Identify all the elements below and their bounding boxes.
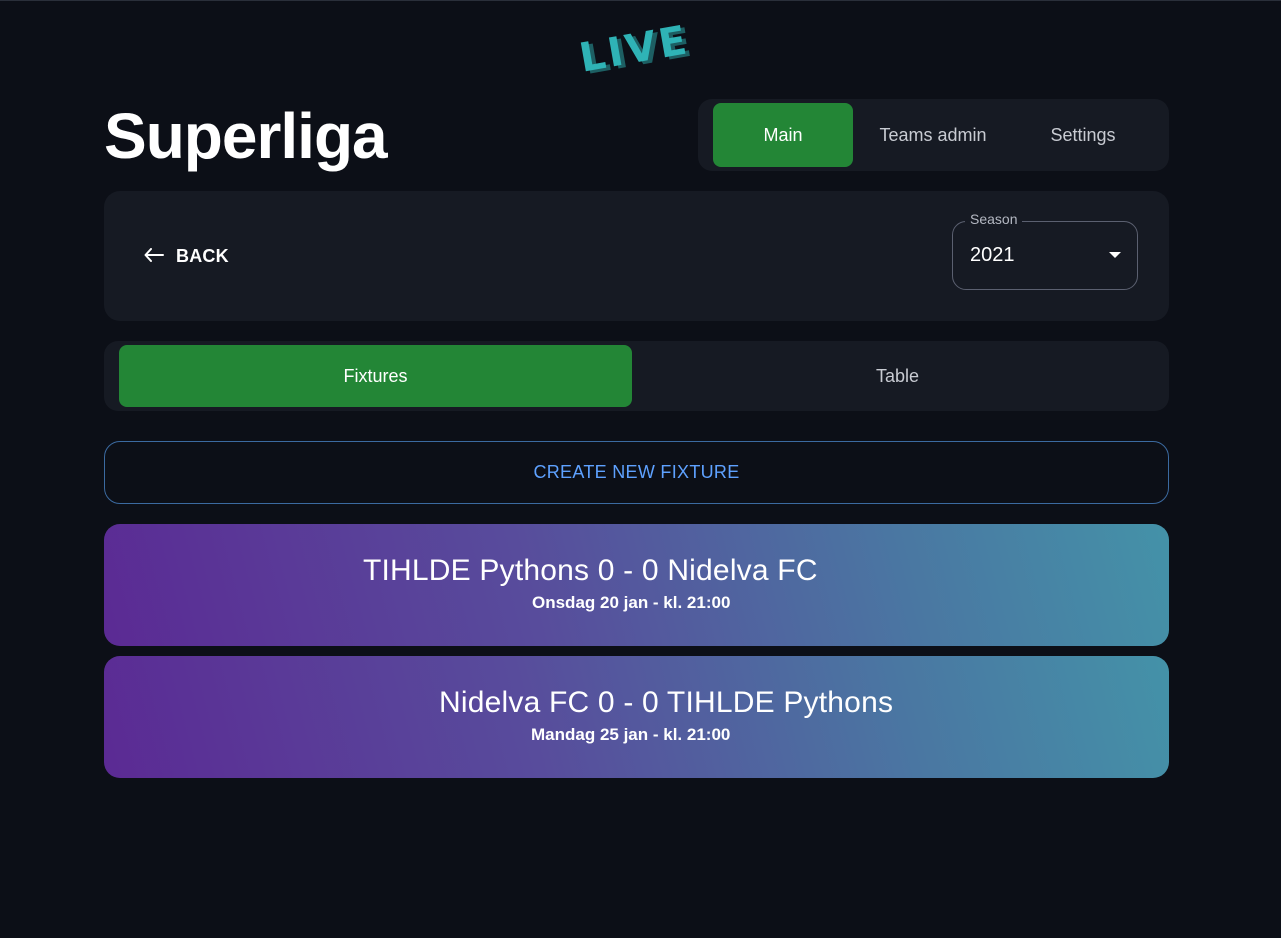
- fixture-title: Nidelva FC 0 - 0 TIHLDE Pythons: [439, 686, 894, 719]
- fixture-card[interactable]: Nidelva FC 0 - 0 TIHLDE Pythons Mandag 2…: [104, 656, 1169, 778]
- back-button[interactable]: BACK: [144, 241, 229, 271]
- live-logo: LIVE LIVE: [575, 18, 700, 76]
- tab-teams-admin[interactable]: Teams admin: [858, 103, 1008, 167]
- toolbar-card: BACK Season 2021: [104, 191, 1169, 321]
- tab-settings[interactable]: Settings: [1013, 103, 1153, 167]
- tab-main[interactable]: Main: [713, 103, 853, 167]
- season-select[interactable]: Season 2021: [952, 211, 1138, 290]
- season-label: Season: [965, 211, 1023, 227]
- fixture-title: TIHLDE Pythons 0 - 0 Nidelva FC: [363, 554, 818, 587]
- fixture-card[interactable]: TIHLDE Pythons 0 - 0 Nidelva FC Onsdag 2…: [104, 524, 1169, 646]
- season-value: 2021: [970, 244, 1015, 266]
- main-nav-tabs: Main Teams admin Settings: [698, 99, 1169, 171]
- page-title: Superliga: [104, 100, 388, 172]
- fixture-date: Onsdag 20 jan - kl. 21:00: [532, 593, 731, 612]
- tab-fixtures[interactable]: Fixtures: [119, 345, 632, 407]
- create-fixture-button[interactable]: CREATE NEW FIXTURE: [104, 441, 1169, 504]
- view-tabs: Fixtures Table: [104, 341, 1169, 411]
- caret-down-icon: [1109, 252, 1121, 258]
- arrow-left-icon: [144, 246, 164, 267]
- back-label: BACK: [176, 245, 229, 266]
- tab-table[interactable]: Table: [641, 345, 1154, 407]
- fixture-date: Mandag 25 jan - kl. 21:00: [531, 725, 731, 744]
- top-border: [0, 0, 1281, 1]
